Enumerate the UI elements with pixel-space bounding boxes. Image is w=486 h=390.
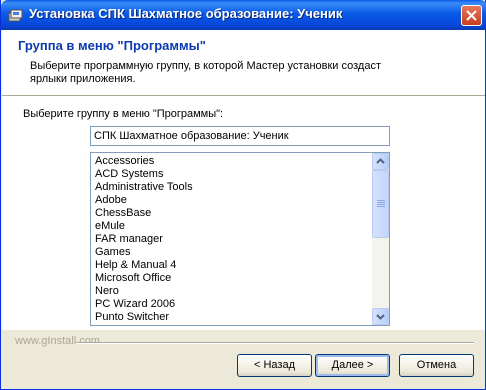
list-item[interactable]: Administrative Tools xyxy=(95,181,365,194)
installer-icon xyxy=(8,8,24,22)
installer-window: Установка СПК Шахматное образование: Уче… xyxy=(0,0,486,390)
program-group-list[interactable]: Accessories ACD Systems Administrative Too… xyxy=(90,152,390,326)
list-item[interactable]: Help & Manual 4 xyxy=(95,259,365,272)
list-item[interactable]: eMule xyxy=(95,220,365,233)
list-item[interactable]: ChessBase xyxy=(95,207,365,220)
cancel-button[interactable]: Отмена xyxy=(399,354,474,377)
list-item[interactable]: FAR manager xyxy=(95,233,365,246)
group-label: Выберите группу в меню "Программы": xyxy=(23,108,224,120)
list-item[interactable]: Microsoft Office xyxy=(95,272,365,285)
chevron-up-icon xyxy=(376,158,385,164)
chevron-down-icon xyxy=(376,314,385,320)
wizard-header: Группа в меню "Программы" Выберите прогр… xyxy=(2,30,485,96)
window-title: Установка СПК Шахматное образование: Уче… xyxy=(29,6,343,21)
wizard-content: Выберите группу в меню "Программы": СПК … xyxy=(2,96,485,330)
brand-label: www.gInstall.com xyxy=(15,335,100,347)
list-item[interactable]: Punto Switcher xyxy=(95,311,365,324)
close-icon xyxy=(466,10,477,21)
back-button[interactable]: < Назад xyxy=(237,354,312,377)
list-items: Accessories ACD Systems Administrative Too… xyxy=(95,155,365,324)
next-button[interactable]: Далее > xyxy=(315,354,390,377)
page-subtitle: Выберите программную группу, в которой М… xyxy=(30,60,382,85)
scroll-up-button[interactable] xyxy=(372,153,389,170)
scroll-down-button[interactable] xyxy=(372,308,389,325)
close-button[interactable] xyxy=(461,5,482,26)
list-item[interactable]: Nero xyxy=(95,285,365,298)
program-group-input[interactable]: СПК Шахматное образование: Ученик xyxy=(90,126,390,146)
list-item[interactable]: ACD Systems xyxy=(95,168,365,181)
list-item[interactable]: PC Wizard 2006 xyxy=(95,298,365,311)
title-bar[interactable]: Установка СПК Шахматное образование: Уче… xyxy=(1,0,486,30)
list-scrollbar[interactable] xyxy=(372,153,389,325)
footer-divider xyxy=(76,342,474,344)
list-item[interactable]: Games xyxy=(95,246,365,259)
page-title: Группа в меню "Программы" xyxy=(18,38,206,53)
scroll-thumb[interactable] xyxy=(372,170,389,238)
list-item[interactable]: Adobe xyxy=(95,194,365,207)
list-item[interactable]: Accessories xyxy=(95,155,365,168)
